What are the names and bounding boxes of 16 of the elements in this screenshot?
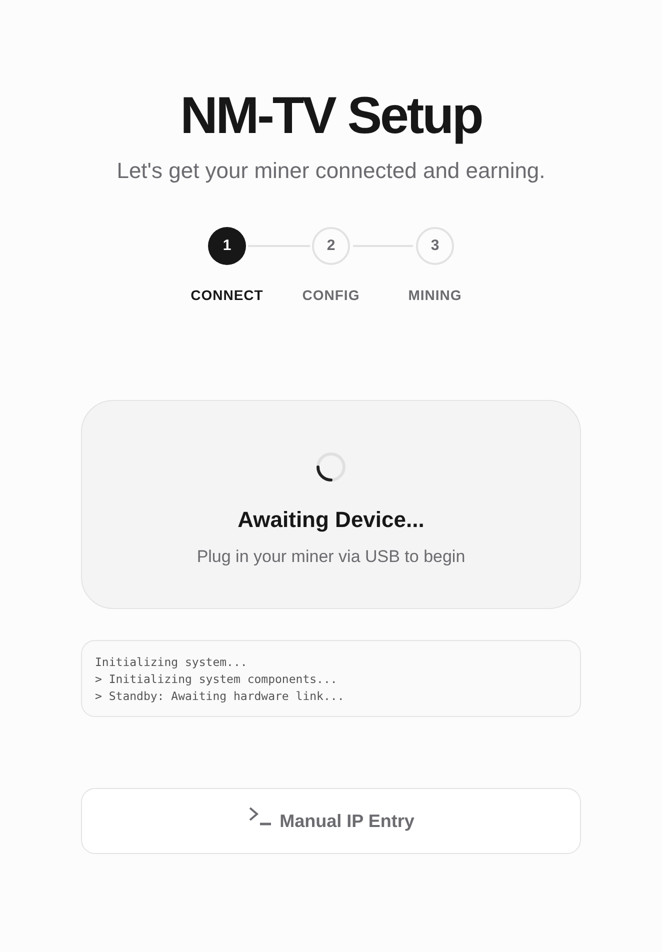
manual-ip-button[interactable]: Manual IP Entry <box>81 788 581 854</box>
step-label: MINING <box>408 286 462 305</box>
page-title: NM-TV Setup <box>180 86 482 147</box>
status-title: Awaiting Device... <box>238 506 424 534</box>
step-indicator: 3 <box>416 227 454 265</box>
log-line: > Initializing system components... <box>95 671 338 688</box>
loading-spinner-icon <box>315 451 347 483</box>
terminal-icon <box>248 806 272 828</box>
step-indicator: 1 <box>208 227 246 265</box>
step-label: CONNECT <box>190 286 264 305</box>
log-line: > Standby: Awaiting hardware link... <box>95 688 346 705</box>
status-description: Plug in your miner via USB to begin <box>196 546 466 568</box>
step-indicator: 2 <box>312 227 350 265</box>
log-line: Initializing system... <box>95 654 248 671</box>
step-label: CONFIG <box>302 286 360 305</box>
page-subtitle: Let's get your miner connected and earning. <box>116 157 546 185</box>
